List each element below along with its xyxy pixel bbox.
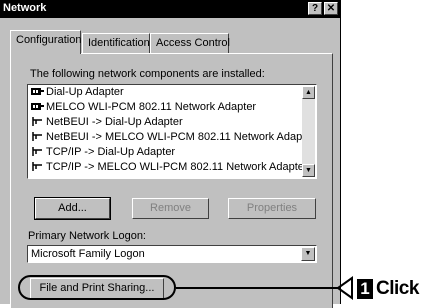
- tab-configuration[interactable]: Configuration: [10, 30, 81, 54]
- step-number-badge: 1: [357, 279, 373, 299]
- tab-configuration-label: Configuration: [16, 34, 82, 46]
- click-instruction: Click: [376, 278, 419, 299]
